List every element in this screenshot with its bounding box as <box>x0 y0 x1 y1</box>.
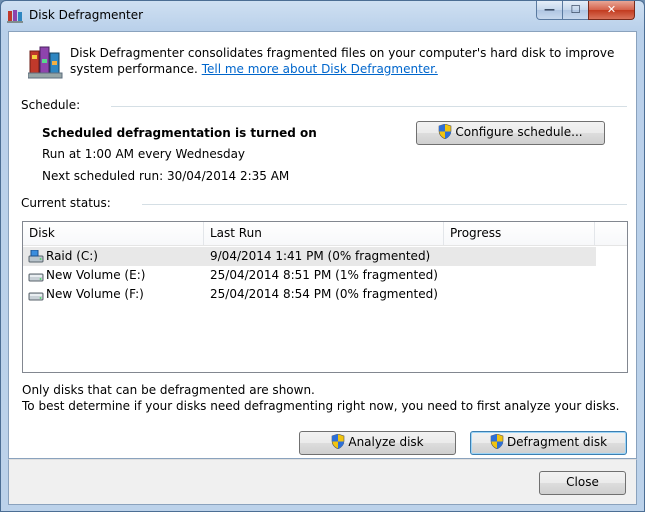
hard-drive-icon <box>28 292 44 301</box>
schedule-label: Schedule: <box>21 98 81 112</box>
column-header-progress[interactable]: Progress <box>444 222 595 245</box>
status-separator <box>142 204 627 205</box>
learn-more-link[interactable]: Tell me more about Disk Defragmenter. <box>202 62 438 76</box>
disk-list[interactable]: Disk Last Run Progress Raid (C:) 9/04/20… <box>22 221 628 373</box>
disk-last-run: 25/04/2014 8:54 PM (0% fragmented) <box>210 287 438 301</box>
close-window-button[interactable]: ✕ <box>588 1 635 20</box>
current-status-label: Current status: <box>21 196 111 210</box>
system-drive-icon <box>28 250 44 263</box>
column-header-last-run[interactable]: Last Run <box>204 222 444 245</box>
intro-text: Disk Defragmenter consolidates fragmente… <box>70 45 630 77</box>
note-shown-disks: Only disks that can be defragmented are … <box>22 383 315 397</box>
disk-list-header: Disk Last Run Progress <box>23 222 627 246</box>
disk-defragmenter-icon <box>28 46 63 79</box>
close-button[interactable]: Close <box>539 471 626 495</box>
uac-shield-icon <box>332 434 345 449</box>
defragment-disk-button[interactable]: Defragment disk <box>470 431 627 455</box>
analyze-disk-label: Analyze disk <box>348 435 424 449</box>
uac-shield-icon <box>490 434 504 449</box>
disk-last-run: 25/04/2014 8:51 PM (1% fragmented) <box>210 268 438 282</box>
disk-last-run: 9/04/2014 1:41 PM (0% fragmented) <box>210 249 431 263</box>
dialog-footer: Close <box>8 459 637 505</box>
uac-shield-icon <box>439 124 452 139</box>
analyze-disk-button[interactable]: Analyze disk <box>299 431 456 455</box>
main-panel: Disk Defragmenter consolidates fragmente… <box>8 31 637 459</box>
hard-drive-icon <box>28 273 44 282</box>
disk-row[interactable]: New Volume (F:) 25/04/2014 8:54 PM (0% f… <box>23 285 596 304</box>
disk-name: Raid (C:) <box>46 249 98 263</box>
title-bar[interactable]: Disk Defragmenter — ☐ ✕ <box>1 1 644 31</box>
disk-defragmenter-window: Disk Defragmenter — ☐ ✕ Disk Defragmente… <box>0 0 645 512</box>
configure-schedule-label: Configure schedule... <box>455 125 583 139</box>
window-title: Disk Defragmenter <box>29 8 144 22</box>
schedule-next-run: Next scheduled run: 30/04/2014 2:35 AM <box>42 169 290 183</box>
maximize-button[interactable]: ☐ <box>562 1 589 20</box>
schedule-status: Scheduled defragmentation is turned on <box>42 126 317 140</box>
note-analyze-hint: To best determine if your disks need def… <box>22 399 620 413</box>
schedule-run-at: Run at 1:00 AM every Wednesday <box>42 147 246 161</box>
app-icon <box>7 10 23 23</box>
disk-row[interactable]: New Volume (E:) 25/04/2014 8:51 PM (1% f… <box>23 266 596 285</box>
defragment-disk-label: Defragment disk <box>506 435 608 449</box>
disk-row[interactable]: Raid (C:) 9/04/2014 1:41 PM (0% fragment… <box>23 247 596 266</box>
schedule-separator <box>111 106 627 107</box>
disk-name: New Volume (E:) <box>46 268 146 282</box>
minimize-button[interactable]: — <box>536 1 563 20</box>
configure-schedule-button[interactable]: Configure schedule... <box>416 121 605 145</box>
column-header-disk[interactable]: Disk <box>23 222 204 245</box>
disk-name: New Volume (F:) <box>46 287 144 301</box>
